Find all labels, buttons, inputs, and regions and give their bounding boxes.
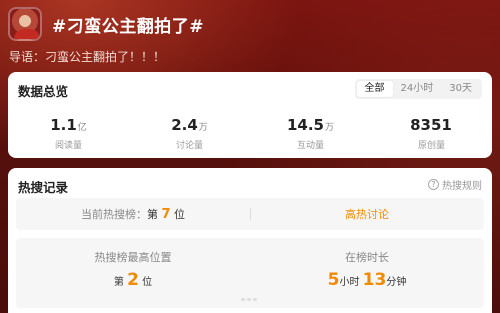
stat-label: 互动量 bbox=[296, 141, 324, 151]
stat-interactions: 14.5万 互动量 bbox=[250, 116, 371, 151]
peak-rank-label: 热搜榜最高位置 bbox=[94, 251, 172, 264]
peak-rank: 热搜榜最高位置 第 2 位 bbox=[16, 238, 250, 308]
divider bbox=[250, 208, 251, 220]
hot-tag-cell: 高热讨论 bbox=[250, 206, 484, 222]
scroll-dot bbox=[241, 298, 245, 301]
stat-label: 讨论量 bbox=[175, 141, 203, 151]
peak-post: 位 bbox=[142, 277, 153, 288]
peak-rank-value: 2 bbox=[127, 270, 139, 290]
stat-unit: 万 bbox=[325, 123, 335, 133]
hot-search-rules-link[interactable]: ? 热搜规则 bbox=[428, 177, 482, 192]
tab-24h[interactable]: 24小时 bbox=[393, 81, 442, 97]
stat-label: 原创量 bbox=[417, 141, 445, 151]
duration-hours-unit: 小时 bbox=[339, 277, 360, 288]
current-rank: 当前热搜榜：第 7 位 bbox=[16, 206, 250, 222]
duration-minutes: 13 bbox=[362, 270, 387, 290]
scroll-dot bbox=[247, 298, 251, 301]
duration-minutes-unit: 分钟 bbox=[386, 277, 407, 288]
stat-label: 阅读量 bbox=[54, 141, 82, 151]
stat-reads: 1.1亿 阅读量 bbox=[8, 116, 129, 151]
duration: 在榜时长 5小时 13分钟 bbox=[250, 238, 484, 308]
topic-intro: 导语：刁蛮公主翻拍了！！！ bbox=[9, 50, 166, 64]
rules-label: 热搜规则 bbox=[442, 181, 482, 192]
stats-row: 1.1亿 阅读量 2.4万 讨论量 14.5万 互动量 8351 原创量 bbox=[8, 116, 492, 151]
stat-unit: 万 bbox=[198, 123, 208, 133]
peak-pre: 第 bbox=[113, 277, 124, 288]
current-rank-panel: 当前热搜榜：第 7 位 高热讨论 bbox=[16, 198, 484, 230]
current-rank-pre: 第 bbox=[146, 208, 158, 221]
hot-discussion-tag[interactable]: 高热讨论 bbox=[345, 208, 389, 221]
stat-unit: 亿 bbox=[77, 123, 87, 133]
peak-rank-value-row: 第 2 位 bbox=[16, 270, 250, 290]
stat-value: 2.4 bbox=[171, 116, 198, 134]
topic-title: #刁蛮公主翻拍了# bbox=[52, 16, 204, 37]
current-rank-post: 位 bbox=[174, 208, 186, 221]
hot-search-title: 热搜记录 bbox=[18, 180, 69, 195]
current-rank-value: 7 bbox=[161, 207, 171, 222]
scroll-dot bbox=[253, 298, 257, 301]
scroll-indicator bbox=[241, 298, 259, 301]
stat-discussions: 2.4万 讨论量 bbox=[129, 116, 250, 151]
stat-value: 1.1 bbox=[50, 116, 77, 134]
data-overview-card: 数据总览 全部 24小时 30天 1.1亿 阅读量 2.4万 讨论量 14.5万… bbox=[8, 72, 492, 158]
hot-search-card: 热搜记录 ? 热搜规则 当前热搜榜：第 7 位 高热讨论 热搜榜最高位置 第 2… bbox=[8, 168, 492, 313]
time-range-tabs: 全部 24小时 30天 bbox=[354, 79, 482, 99]
stat-value: 8351 bbox=[410, 116, 452, 134]
topic-avatar[interactable] bbox=[8, 7, 42, 41]
duration-hours: 5 bbox=[327, 270, 340, 290]
duration-label: 在榜时长 bbox=[345, 251, 389, 264]
tab-all[interactable]: 全部 bbox=[356, 81, 393, 97]
tab-30d[interactable]: 30天 bbox=[441, 81, 480, 97]
duration-value-row: 5小时 13分钟 bbox=[250, 270, 484, 290]
question-icon: ? bbox=[428, 179, 439, 190]
topic-header: #刁蛮公主翻拍了# bbox=[8, 6, 204, 42]
stat-originals: 8351 原创量 bbox=[371, 116, 492, 151]
overview-title: 数据总览 bbox=[18, 84, 69, 99]
current-rank-prefix: 当前热搜榜： bbox=[80, 208, 147, 221]
stat-value: 14.5 bbox=[286, 116, 324, 134]
